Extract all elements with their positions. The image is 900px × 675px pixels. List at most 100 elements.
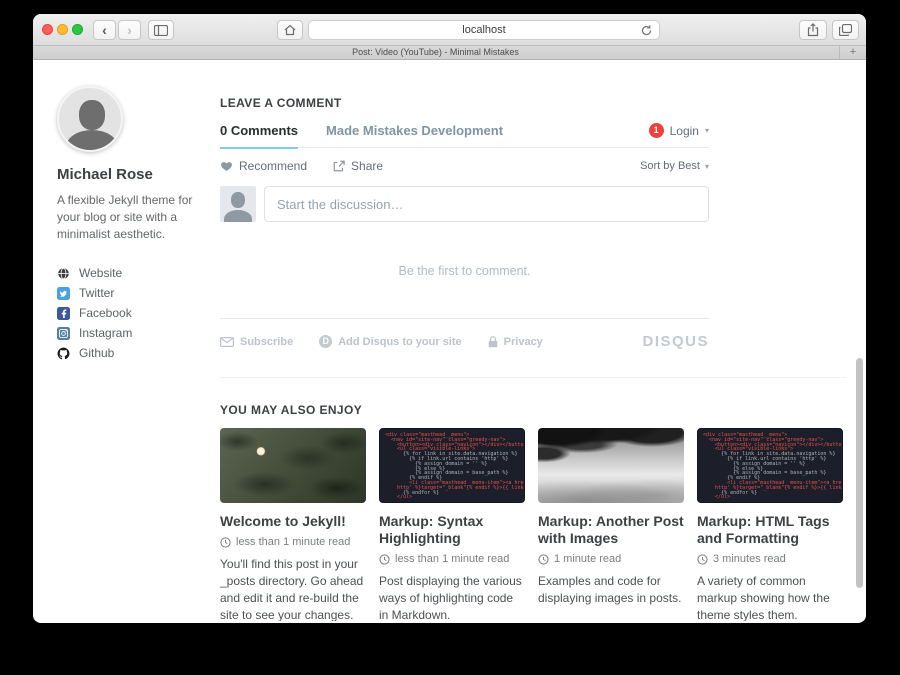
related-card-markup-another-post-with-images[interactable]: Markup: Another Post with Images 1 minut… — [538, 428, 684, 621]
home-icon — [284, 24, 296, 36]
tab-bar: Post: Video (YouTube) - Minimal Mistakes… — [33, 46, 866, 60]
card-meta: 3 minutes read — [697, 553, 843, 565]
reload-icon[interactable] — [640, 24, 653, 37]
related-card-markup-html-tags-and-formatting[interactable]: <div class="masthead__menu"> <nav id="si… — [697, 428, 843, 621]
disqus-embed: 0 Comments Made Mistakes Development 1 L… — [220, 123, 709, 350]
sidebar-item-facebook[interactable]: Facebook — [57, 303, 215, 323]
scrollbar-thumb[interactable] — [856, 358, 863, 588]
sort-label: Sort by Best — [640, 160, 700, 172]
show-tabs-button[interactable] — [832, 20, 859, 40]
subscribe-link[interactable]: Subscribe — [220, 336, 293, 348]
empty-comments-message: Be the first to comment. — [220, 264, 709, 278]
card-excerpt: Post displaying the various ways of high… — [379, 573, 525, 621]
section-divider — [220, 377, 846, 378]
author-links: Website Twitter Facebook Instagram Githu… — [57, 263, 215, 363]
home-button[interactable] — [277, 20, 303, 40]
author-name: Michael Rose — [57, 166, 215, 183]
related-heading: YOU MAY ALSO ENJOY — [220, 403, 846, 417]
sidebar-icon — [154, 25, 168, 36]
card-title[interactable]: Markup: HTML Tags and Formatting — [697, 513, 843, 547]
card-meta: less than 1 minute read — [220, 536, 366, 548]
card-meta: 1 minute read — [538, 553, 684, 565]
teaser-image-green-macro — [220, 428, 366, 503]
sidebar-item-github[interactable]: Github — [57, 343, 215, 363]
sidebar-item-label: Twitter — [79, 286, 114, 300]
privacy-link[interactable]: Privacy — [488, 336, 543, 348]
card-title[interactable]: Welcome to Jekyll! — [220, 513, 366, 530]
address-bar[interactable]: localhost — [308, 20, 660, 40]
clock-icon — [379, 554, 390, 565]
twitter-icon — [57, 287, 70, 300]
share-label: Share — [351, 159, 383, 173]
forward-button[interactable]: › — [118, 20, 141, 40]
facebook-icon — [57, 307, 70, 320]
clock-icon — [220, 537, 231, 548]
card-excerpt: Examples and code for displaying images … — [538, 573, 684, 607]
chevron-down-icon: ▾ — [705, 126, 709, 135]
sidebar-item-twitter[interactable]: Twitter — [57, 283, 215, 303]
tab-current[interactable]: Post: Video (YouTube) - Minimal Mistakes — [33, 46, 838, 59]
sidebar-item-label: Github — [79, 346, 114, 360]
card-title[interactable]: Markup: Syntax Highlighting — [379, 513, 525, 547]
author-sidebar: Michael Rose A flexible Jekyll theme for… — [57, 86, 215, 363]
card-excerpt: You'll find this post in your _posts dir… — [220, 556, 366, 621]
share-button[interactable] — [799, 20, 827, 40]
related-posts: Welcome to Jekyll! less than 1 minute re… — [220, 428, 846, 621]
share-comments-button[interactable]: Share — [333, 159, 383, 173]
disqus-d-icon: D — [319, 335, 332, 348]
disqus-footer: Subscribe D Add Disqus to your site Priv… — [220, 333, 709, 350]
card-title[interactable]: Markup: Another Post with Images — [538, 513, 684, 547]
main-column: LEAVE A COMMENT 0 Comments Made Mistakes… — [220, 96, 846, 621]
disqus-tab-row: 0 Comments Made Mistakes Development 1 L… — [220, 123, 709, 148]
teaser-image-code: <div class="masthead__menu"> <nav id="si… — [379, 428, 525, 503]
url-text: localhost — [462, 24, 505, 36]
comment-input[interactable] — [264, 186, 709, 222]
related-card-markup-syntax-highlighting[interactable]: <div class="masthead__menu"> <nav id="si… — [379, 428, 525, 621]
tab-comments-count[interactable]: 0 Comments — [220, 123, 298, 138]
lock-icon — [488, 336, 498, 348]
sort-menu[interactable]: Sort by Best ▾ — [640, 160, 709, 172]
forum-link[interactable]: Made Mistakes Development — [326, 123, 503, 138]
browser-window: ‹ › localhost Post: Video (YouTube) - Mi… — [33, 14, 866, 623]
sidebar-item-label: Facebook — [79, 306, 132, 320]
minimize-window-button[interactable] — [57, 24, 68, 35]
sidebar-item-instagram[interactable]: Instagram — [57, 323, 215, 343]
add-disqus-link[interactable]: D Add Disqus to your site — [319, 335, 461, 348]
zoom-window-button[interactable] — [72, 24, 83, 35]
clock-icon — [538, 554, 549, 565]
disqus-action-row: Recommend Share Sort by Best ▾ — [220, 159, 709, 173]
notification-badge[interactable]: 1 — [649, 123, 664, 138]
sidebar-item-label: Website — [79, 266, 122, 280]
author-bio: A flexible Jekyll theme for your blog or… — [57, 192, 215, 243]
author-avatar — [57, 86, 123, 152]
window-controls — [42, 24, 83, 35]
envelope-icon — [220, 337, 234, 347]
close-window-button[interactable] — [42, 24, 53, 35]
teaser-image-code: <div class="masthead__menu"> <nav id="si… — [697, 428, 843, 503]
globe-icon — [57, 267, 70, 280]
sidebar-toggle-button[interactable] — [148, 20, 174, 40]
clock-icon — [697, 554, 708, 565]
disqus-logo[interactable]: DISQUS — [642, 333, 709, 350]
share-icon — [807, 23, 819, 37]
share-arrow-icon — [333, 160, 345, 172]
login-menu[interactable]: 1 Login ▾ — [649, 123, 709, 138]
avatar-silhouette — [79, 100, 105, 130]
comments-heading: LEAVE A COMMENT — [220, 96, 846, 110]
tabs-icon — [839, 24, 852, 36]
disqus-divider — [220, 318, 709, 319]
heart-icon — [220, 160, 233, 172]
commenter-avatar — [220, 186, 256, 222]
github-icon — [57, 347, 70, 360]
browser-toolbar: ‹ › localhost — [33, 14, 866, 46]
sidebar-item-label: Instagram — [79, 326, 132, 340]
sidebar-item-website[interactable]: Website — [57, 263, 215, 283]
login-label: Login — [670, 124, 699, 138]
instagram-icon — [57, 327, 70, 340]
comment-compose — [220, 186, 709, 222]
new-tab-button[interactable]: + — [839, 46, 866, 59]
card-excerpt: A variety of common markup showing how t… — [697, 573, 843, 621]
back-button[interactable]: ‹ — [93, 20, 116, 40]
related-card-welcome-to-jekyll[interactable]: Welcome to Jekyll! less than 1 minute re… — [220, 428, 366, 621]
recommend-button[interactable]: Recommend — [220, 159, 307, 173]
